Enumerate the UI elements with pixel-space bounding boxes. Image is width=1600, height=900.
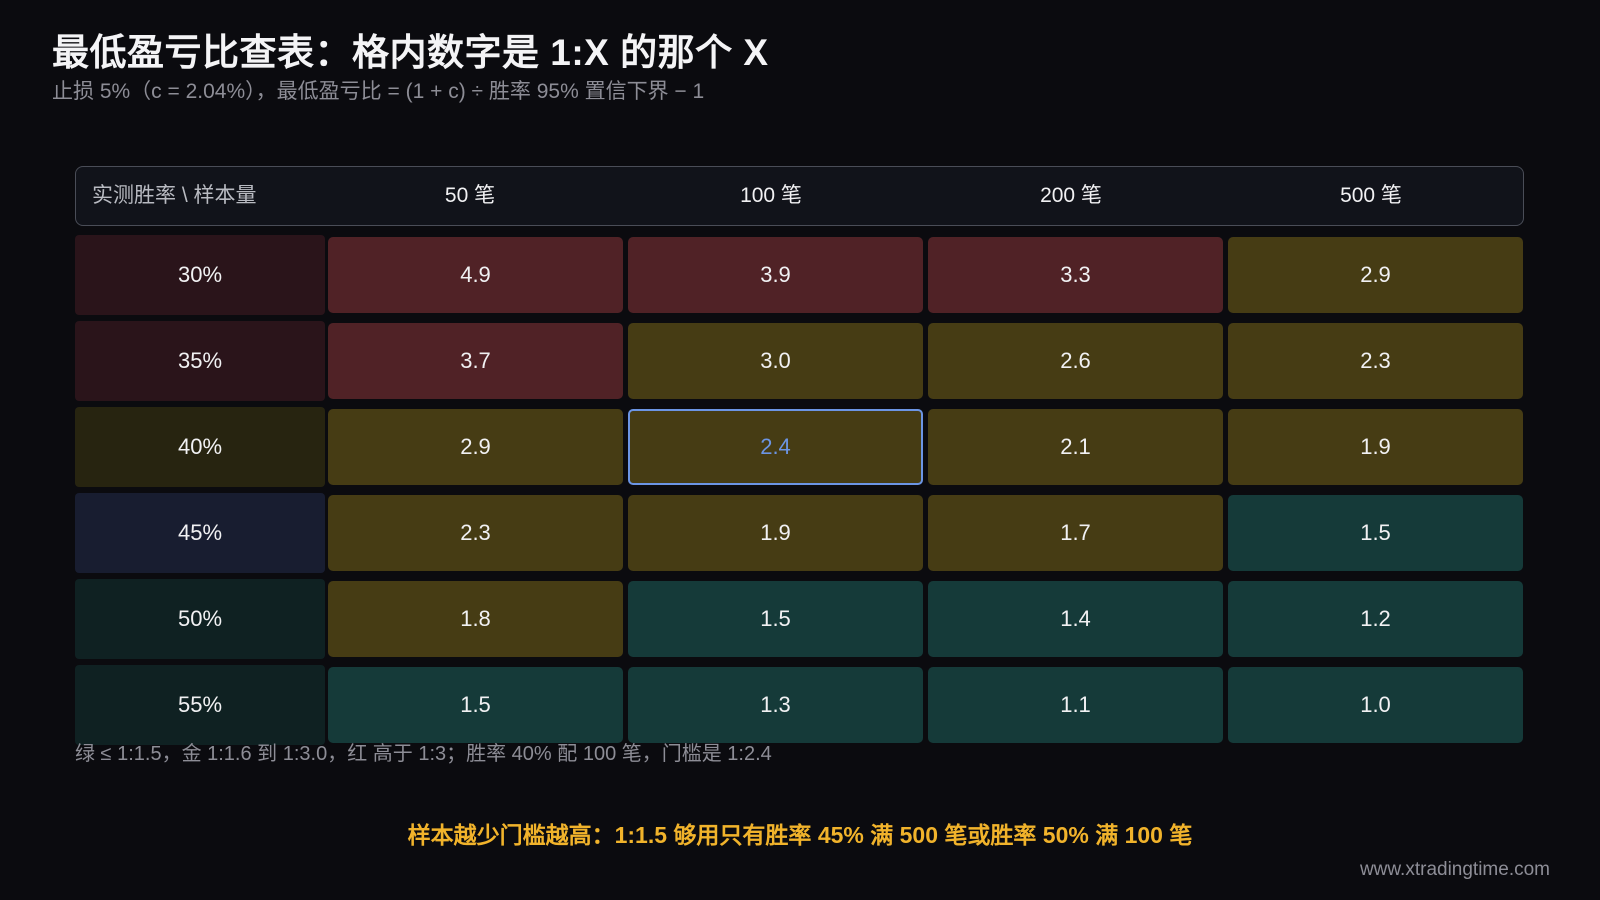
- row-label: 35%: [75, 321, 325, 401]
- table-cell: 3.9: [628, 237, 923, 313]
- table-cell: 1.3: [628, 667, 923, 743]
- table-cell: 1.2: [1228, 581, 1523, 657]
- row-label: 30%: [75, 235, 325, 315]
- column-header-50: 50 笔: [444, 184, 496, 207]
- table-cell: 1.4: [928, 581, 1223, 657]
- table-cell: 2.9: [328, 409, 623, 485]
- table-cell: 3.3: [928, 237, 1223, 313]
- column-header-200: 200 笔: [1040, 184, 1102, 207]
- table-cell: 2.6: [928, 323, 1223, 399]
- table-cell: 2.3: [328, 495, 623, 571]
- table-cell: 1.5: [1228, 495, 1523, 571]
- table-cell: 1.5: [628, 581, 923, 657]
- row-label: 45%: [75, 493, 325, 573]
- table-cell: 1.7: [928, 495, 1223, 571]
- table-cell: 2.3: [1228, 323, 1523, 399]
- table-cell: 1.9: [1228, 409, 1523, 485]
- table-cell: 1.1: [928, 667, 1223, 743]
- table-header: 实测胜率 \ 样本量 50 笔 100 笔 200 笔 500 笔: [75, 166, 1524, 226]
- color-legend: 绿 ≤ 1:1.5，金 1:1.6 到 1:3.0，红 高于 1:3；胜率 40…: [75, 743, 772, 765]
- column-header-100: 100 笔: [740, 184, 802, 207]
- row-label: 40%: [75, 407, 325, 487]
- table-cell: 3.7: [328, 323, 623, 399]
- table-corner-label: 实测胜率 \ 样本量: [92, 184, 257, 207]
- conclusion-text: 样本越少门槛越高：1:1.5 够用只有胜率 45% 满 500 笔或胜率 50%…: [407, 822, 1193, 848]
- column-header-500: 500 笔: [1340, 184, 1402, 207]
- page-subtitle: 止损 5%（c = 2.04%），最低盈亏比 = (1 + c) ÷ 胜率 95…: [52, 80, 705, 103]
- table-cell: 1.5: [328, 667, 623, 743]
- row-label: 50%: [75, 579, 325, 659]
- table-cell: 3.0: [628, 323, 923, 399]
- table-cell: 2.1: [928, 409, 1223, 485]
- table-cell: 1.8: [328, 581, 623, 657]
- table-cell: 4.9: [328, 237, 623, 313]
- site-watermark: www.xtradingtime.com: [1359, 859, 1550, 880]
- table-cell: 1.9: [628, 495, 923, 571]
- row-label: 55%: [75, 665, 325, 745]
- table-cell: 2.9: [1228, 237, 1523, 313]
- page-title: 最低盈亏比查表：格内数字是 1:X 的那个 X: [52, 32, 769, 73]
- highlighted-cell: 2.4: [628, 409, 923, 485]
- table-cell: 1.0: [1228, 667, 1523, 743]
